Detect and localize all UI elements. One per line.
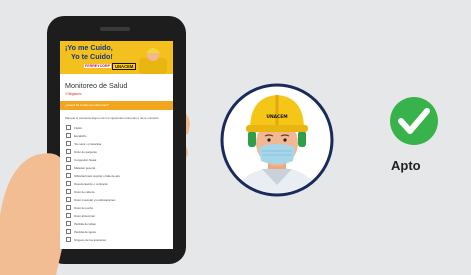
checkbox[interactable] xyxy=(66,228,72,235)
checkbox-option[interactable]: Tos seca o productiva xyxy=(66,140,101,147)
status-label: Apto xyxy=(391,158,421,173)
section-header: ¿Usted ha tenido los síntomas? xyxy=(60,101,173,110)
checkbox-option[interactable]: Malestar general xyxy=(66,164,95,171)
banner-title: ¡Yo me Cuido, Yo te Cuido! xyxy=(65,43,135,61)
check-icon xyxy=(390,97,438,145)
section-header-text: ¿Usted ha tenido los síntomas? xyxy=(65,103,109,108)
checkbox-option[interactable]: Dolor de garganta xyxy=(66,148,97,155)
checkbox[interactable] xyxy=(66,148,72,155)
phone-screen: ¡Yo me Cuido, Yo te Cuido! FERREYCORP UN… xyxy=(60,41,173,249)
worker-with-mask-icon: UNACEM xyxy=(234,95,320,193)
form-title: Monitoreo de Salud xyxy=(65,81,128,90)
required-note: *Obligatorio xyxy=(65,92,82,96)
checkbox-option[interactable]: Pérdida del olfato xyxy=(66,220,96,227)
checkbox[interactable] xyxy=(66,140,72,147)
checkbox[interactable] xyxy=(66,204,72,211)
checkbox[interactable] xyxy=(66,164,72,171)
checkbox[interactable] xyxy=(66,172,72,179)
checkbox[interactable] xyxy=(66,196,72,203)
checkbox-option[interactable]: Escalofrío xyxy=(66,132,87,139)
checkbox[interactable] xyxy=(66,156,72,163)
checkbox[interactable] xyxy=(66,132,72,139)
checkbox[interactable] xyxy=(66,188,72,195)
brand-logo-right: UNACEM xyxy=(112,63,137,70)
checkbox-option[interactable]: Congestión Nasal xyxy=(66,156,96,163)
checkbox[interactable] xyxy=(66,212,72,219)
form-banner: ¡Yo me Cuido, Yo te Cuido! FERREYCORP UN… xyxy=(60,41,173,74)
checkbox-option[interactable]: Dolor muscular y/o articulaciones xyxy=(66,196,115,203)
checkbox[interactable] xyxy=(66,124,72,131)
checkbox-option[interactable]: Dolor abdominal xyxy=(66,212,95,219)
checkbox-option[interactable]: Dolor de cabeza xyxy=(66,188,95,195)
helmet-logo: UNACEM xyxy=(266,114,287,120)
checkbox-option[interactable]: Fiebre xyxy=(66,124,82,131)
checkbox-option[interactable]: Dificultad para respirar o falta de aire xyxy=(66,172,120,179)
banner-title-line2: Yo te Cuido! xyxy=(71,51,113,61)
checkbox-option[interactable]: Pérdida del gusto xyxy=(66,228,96,235)
banner-worker-icon xyxy=(139,48,167,74)
checkbox-option[interactable]: Ninguno de los anteriores xyxy=(66,236,106,243)
brand-logo-left: FERREYCORP xyxy=(84,64,111,68)
checkbox-option[interactable]: Dolor de pecho xyxy=(66,204,93,211)
checkbox-option[interactable]: Desorientación o confusión xyxy=(66,180,108,187)
checkbox[interactable] xyxy=(66,236,72,243)
checkbox[interactable] xyxy=(66,180,72,187)
checkbox[interactable] xyxy=(66,220,72,227)
question-text: Marque si presenta alguno de los siguien… xyxy=(65,116,159,120)
